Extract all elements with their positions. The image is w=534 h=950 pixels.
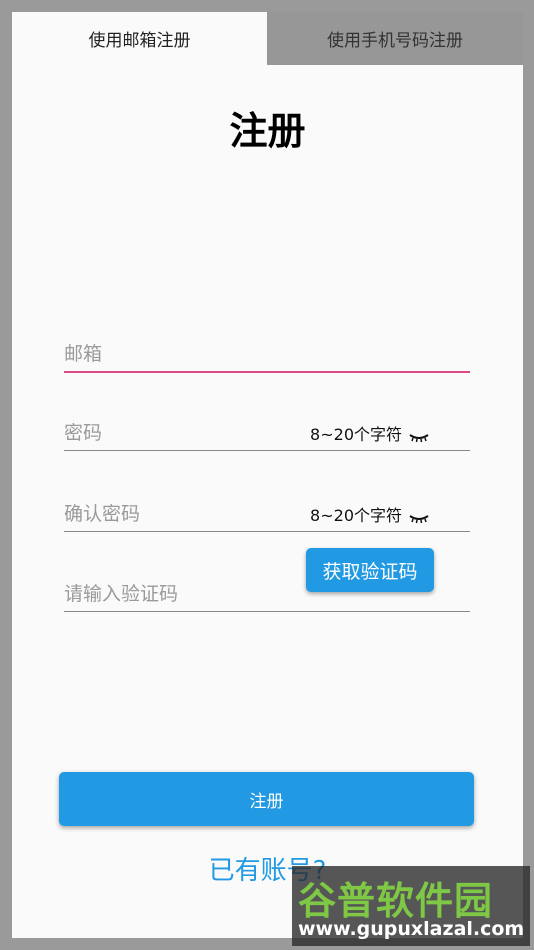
verification-code-input[interactable] xyxy=(64,583,304,605)
password-field[interactable]: 8~20个字符 xyxy=(64,410,470,451)
confirm-password-hint: 8~20个字符 xyxy=(310,506,402,525)
password-input[interactable] xyxy=(64,422,304,444)
email-input[interactable] xyxy=(64,343,304,365)
tab-email-register[interactable]: 使用邮箱注册 xyxy=(12,12,267,65)
tab-phone-register[interactable]: 使用手机号码注册 xyxy=(267,12,523,65)
eye-closed-icon[interactable] xyxy=(408,432,430,444)
register-button[interactable]: 注册 xyxy=(59,772,474,826)
page-title: 注册 xyxy=(229,109,306,153)
eye-closed-icon[interactable] xyxy=(408,513,430,525)
get-code-button[interactable]: 获取验证码 xyxy=(306,548,434,592)
watermark-url: www.gupuxlazal.com xyxy=(298,918,525,940)
confirm-password-field[interactable]: 8~20个字符 xyxy=(64,491,470,532)
confirm-password-input[interactable] xyxy=(64,503,304,525)
email-field[interactable] xyxy=(64,331,470,373)
app-screen: 使用邮箱注册 使用手机号码注册 注册 8~20个字符 8~20个字符 获取验证码 xyxy=(12,12,523,938)
tab-bar: 使用邮箱注册 使用手机号码注册 xyxy=(12,12,523,65)
watermark-logo: 谷普软件园 www.gupuxlazal.com xyxy=(292,866,530,946)
watermark-title: 谷普软件园 xyxy=(298,879,494,923)
password-hint: 8~20个字符 xyxy=(310,425,402,444)
